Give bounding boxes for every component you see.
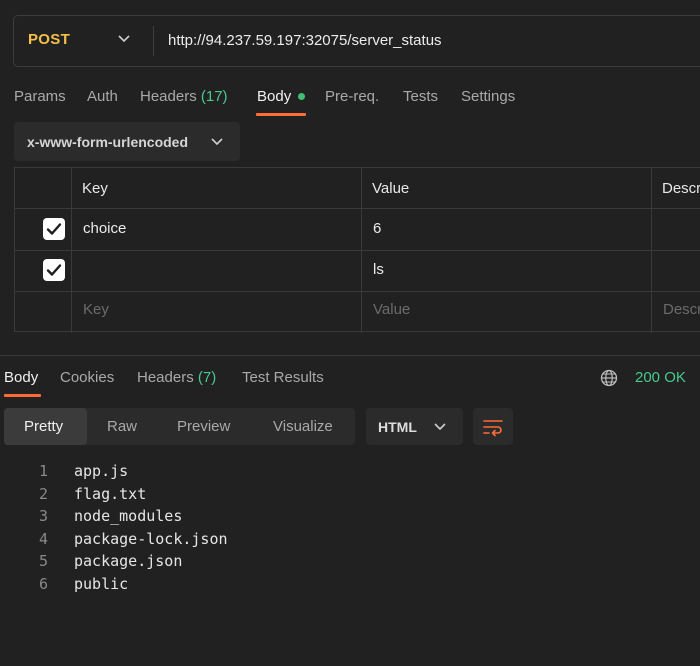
chevron-down-icon xyxy=(211,138,223,146)
output-text: flag.txt xyxy=(74,485,147,503)
line-number: 1 xyxy=(38,462,48,480)
chevron-down-icon[interactable] xyxy=(118,35,130,43)
column-header-key: Key xyxy=(82,180,108,197)
output-line: 6 public xyxy=(0,575,700,598)
column-header-value: Value xyxy=(372,180,410,197)
wrap-lines-button[interactable] xyxy=(473,408,513,445)
active-tab-underline xyxy=(4,394,41,397)
tab-params[interactable]: Params xyxy=(14,88,66,105)
output-text: node_modules xyxy=(74,507,183,525)
row-enable-checkbox[interactable] xyxy=(43,218,65,240)
line-number: 2 xyxy=(38,485,48,503)
headers-count: (17) xyxy=(200,88,228,105)
output-line: 3 node_modules xyxy=(0,507,700,530)
tab-headers[interactable]: Headers (17) xyxy=(140,88,228,105)
chevron-down-icon xyxy=(434,423,446,431)
response-tab-headers[interactable]: Headers (7) xyxy=(137,369,216,386)
url-bar: POST http://94.237.59.197:32075/server_s… xyxy=(13,15,700,67)
new-key-input[interactable]: Key xyxy=(83,301,109,318)
response-tab-body[interactable]: Body xyxy=(4,369,38,386)
output-line: 4 package-lock.json xyxy=(0,530,700,553)
output-line: 2 flag.txt xyxy=(0,485,700,508)
wrap-lines-icon xyxy=(483,420,503,437)
param-key-cell[interactable]: choice xyxy=(83,220,126,237)
column-header-description: Descr xyxy=(662,180,700,197)
line-number: 5 xyxy=(38,552,48,570)
check-icon xyxy=(46,223,62,235)
body-modified-dot xyxy=(298,93,305,100)
check-icon xyxy=(46,264,62,276)
language-label: HTML xyxy=(378,419,417,435)
output-text: package-lock.json xyxy=(74,530,228,548)
response-divider xyxy=(0,355,700,356)
output-text: public xyxy=(74,575,129,593)
table-row-divider xyxy=(15,208,700,209)
tab-tests[interactable]: Tests xyxy=(403,88,438,105)
line-number: 6 xyxy=(38,575,48,593)
output-line: 5 package.json xyxy=(0,552,700,575)
output-line: 1 app.js xyxy=(0,462,700,485)
http-method-select[interactable]: POST xyxy=(28,31,70,48)
format-preview[interactable]: Preview xyxy=(177,418,230,435)
output-text: app.js xyxy=(74,462,129,480)
format-raw[interactable]: Raw xyxy=(107,418,137,435)
format-pretty[interactable]: Pretty xyxy=(24,418,63,435)
active-tab-underline xyxy=(256,113,306,116)
output-text: package.json xyxy=(74,552,183,570)
tab-auth[interactable]: Auth xyxy=(87,88,118,105)
url-divider xyxy=(153,26,154,56)
row-enable-checkbox[interactable] xyxy=(43,259,65,281)
body-type-dropdown[interactable]: x-www-form-urlencoded xyxy=(14,122,240,161)
format-visualize[interactable]: Visualize xyxy=(273,418,333,435)
new-value-input[interactable]: Value xyxy=(373,301,410,318)
param-value-cell[interactable]: 6 xyxy=(373,220,381,237)
response-tab-cookies[interactable]: Cookies xyxy=(60,369,114,386)
line-number: 4 xyxy=(38,530,48,548)
language-dropdown[interactable]: HTML xyxy=(366,408,463,445)
tab-pre-request[interactable]: Pre-req. xyxy=(325,88,379,105)
param-value-cell[interactable]: ls xyxy=(373,261,384,278)
tab-settings[interactable]: Settings xyxy=(461,88,515,105)
new-description-input[interactable]: Descr xyxy=(663,301,700,318)
response-headers-count: (7) xyxy=(197,369,217,386)
table-row-divider xyxy=(15,250,700,251)
response-tab-test-results[interactable]: Test Results xyxy=(242,369,324,386)
table-row-divider xyxy=(15,291,700,292)
status-badge: 200 OK xyxy=(635,369,686,386)
line-number: 3 xyxy=(38,507,48,525)
url-input[interactable]: http://94.237.59.197:32075/server_status xyxy=(168,32,442,49)
params-table: Key Value Descr choice 6 ls Key Value De… xyxy=(14,167,700,333)
format-segmented-control: Pretty Raw Preview Visualize xyxy=(4,408,355,445)
body-type-label: x-www-form-urlencoded xyxy=(27,134,189,150)
globe-icon[interactable] xyxy=(600,369,618,387)
tab-body[interactable]: Body xyxy=(257,88,291,105)
